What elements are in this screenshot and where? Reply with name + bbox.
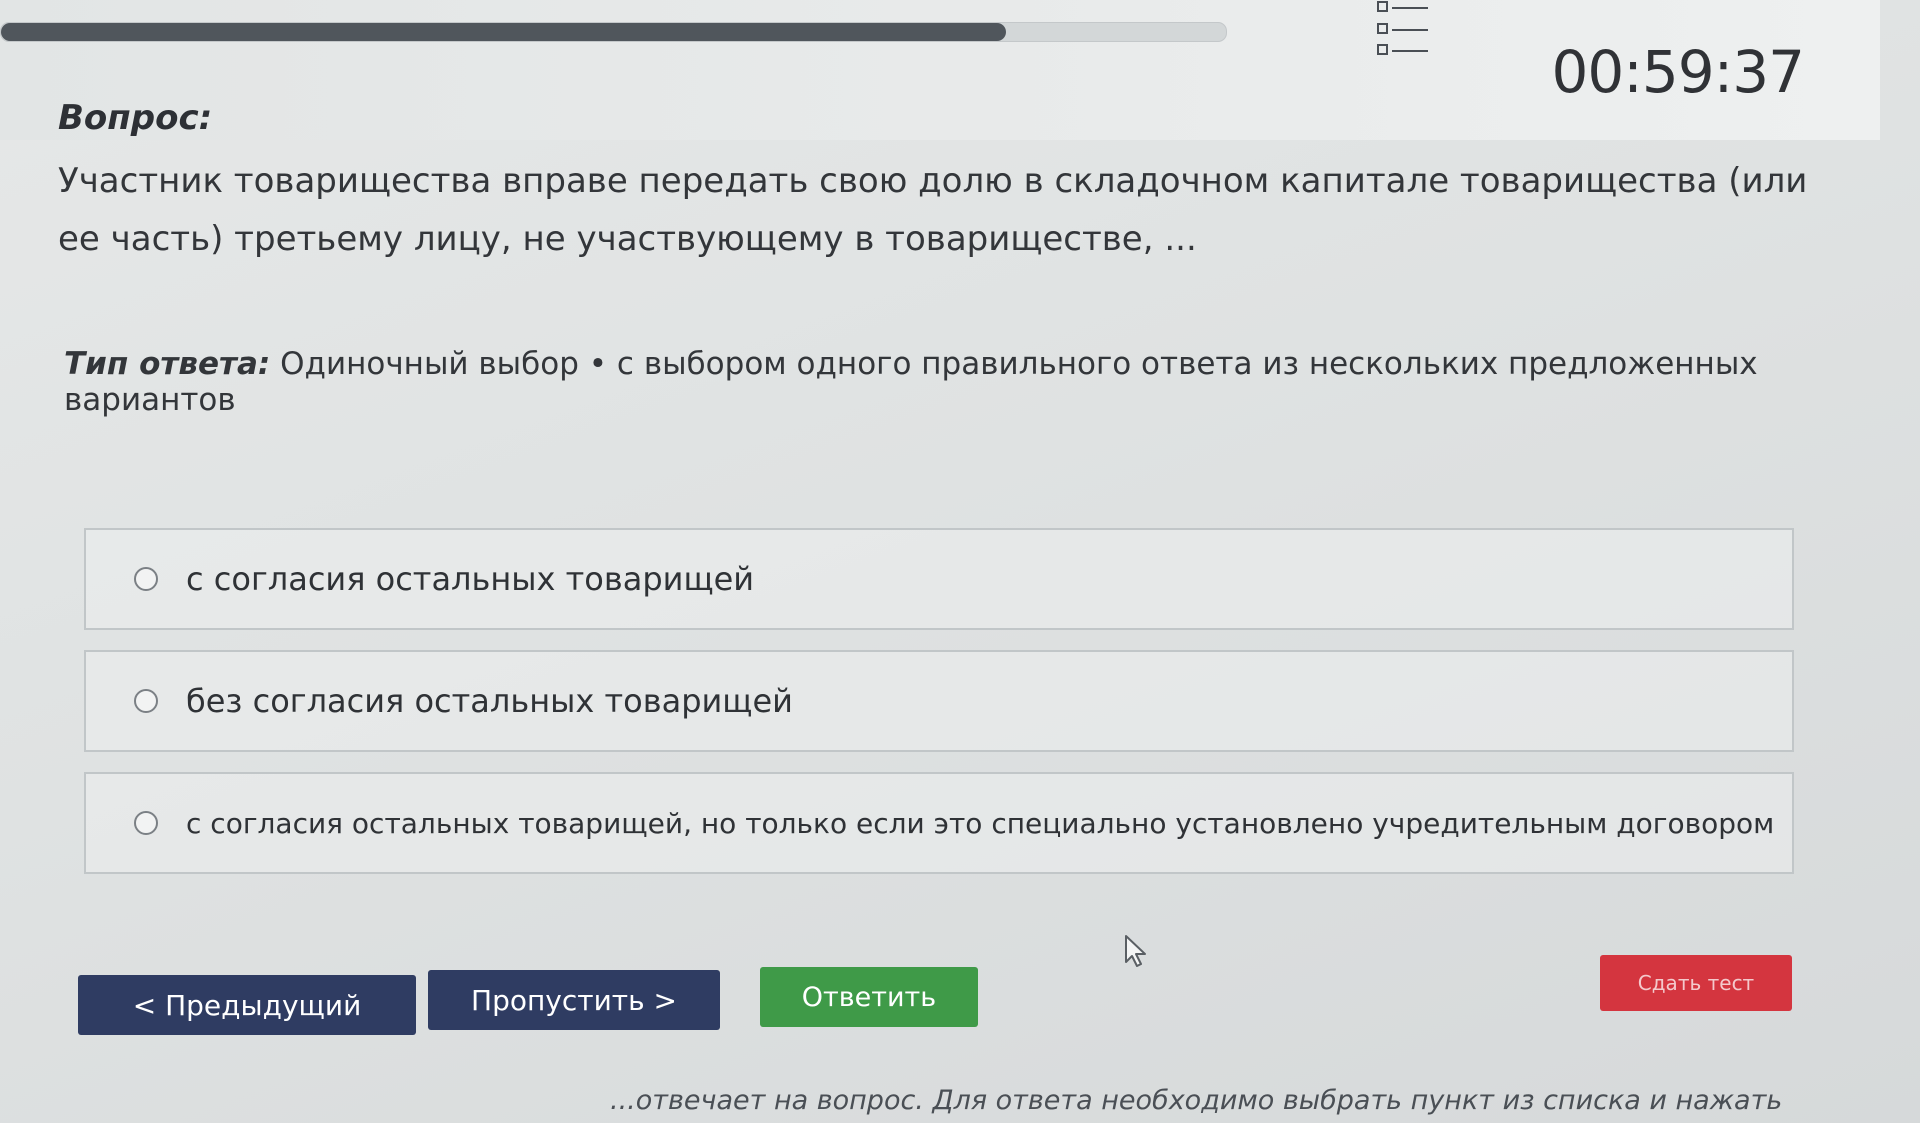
hint-text: ...отвечает на вопрос. Для ответа необхо… [610, 1085, 1783, 1116]
question-list-icon[interactable] [1376, 0, 1432, 58]
answer-option-1[interactable]: с согласия остальных товарищей [84, 528, 1794, 630]
previous-button[interactable]: < Предыдущий [78, 975, 416, 1035]
radio-button[interactable] [134, 567, 158, 591]
skip-button[interactable]: Пропустить > [428, 970, 720, 1030]
question-label: Вопрос: [58, 98, 213, 138]
progress-bar-fill [1, 23, 1006, 41]
timer: 00:59:37 [1551, 38, 1805, 106]
answer-option-label: без согласия остальных товарищей [186, 682, 793, 720]
question-text: Участник товарищества вправе передать св… [58, 161, 1808, 259]
answer-option-3[interactable]: с согласия остальных товарищей, но тольк… [84, 772, 1794, 874]
radio-button[interactable] [134, 689, 158, 713]
answer-type-label: Тип ответа: [64, 346, 271, 382]
top-bar: 00:59:37 [0, 0, 1880, 140]
radio-button[interactable] [134, 811, 158, 835]
answer-option-2[interactable]: без согласия остальных товарищей [84, 650, 1794, 752]
answer-button[interactable]: Ответить [760, 967, 978, 1027]
answer-type-value: Одиночный выбор • с выбором одного прави… [64, 346, 1758, 418]
finish-test-button[interactable]: Сдать тест [1600, 955, 1792, 1011]
answer-option-label: с согласия остальных товарищей [186, 560, 755, 598]
mouse-pointer-icon [1124, 934, 1150, 968]
answer-option-label: с согласия остальных товарищей, но тольк… [186, 806, 1775, 840]
answer-type: Тип ответа: Одиночный выбор • с выбором … [64, 346, 1844, 418]
progress-bar [0, 22, 1227, 42]
